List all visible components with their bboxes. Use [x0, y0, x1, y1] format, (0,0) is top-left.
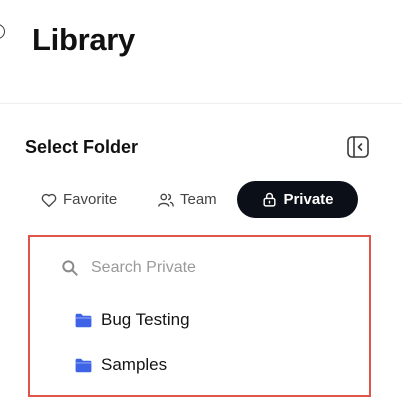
heart-icon	[41, 193, 57, 207]
users-icon	[158, 193, 174, 207]
search-box	[60, 255, 320, 281]
select-folder-title: Select Folder	[25, 137, 139, 157]
folder-label: Bug Testing	[101, 310, 190, 329]
folder-item-bug-testing[interactable]: Bug Testing	[74, 307, 190, 333]
tab-favorite[interactable]: Favorite	[40, 181, 117, 218]
page-title: Library	[32, 22, 135, 57]
lock-icon	[263, 192, 276, 207]
folder-panel: Bug Testing Samples	[28, 235, 371, 397]
tab-team-label: Team	[180, 191, 217, 208]
back-icon[interactable]	[0, 24, 5, 39]
tab-favorite-label: Favorite	[63, 191, 118, 208]
tab-team[interactable]: Team	[157, 181, 217, 218]
header-divider	[0, 103, 402, 104]
collapse-panel-button[interactable]	[346, 135, 370, 159]
folder-label: Samples	[101, 355, 168, 374]
folder-icon	[75, 358, 92, 372]
folder-item-samples[interactable]: Samples	[74, 352, 190, 378]
search-icon	[62, 260, 78, 276]
search-input[interactable]	[91, 259, 311, 277]
collapse-panel-icon	[347, 136, 369, 158]
folder-list: Bug Testing Samples	[74, 307, 190, 397]
folder-icon	[75, 313, 92, 327]
tab-private-label: Private	[283, 191, 334, 208]
tab-private[interactable]: Private	[237, 181, 358, 218]
